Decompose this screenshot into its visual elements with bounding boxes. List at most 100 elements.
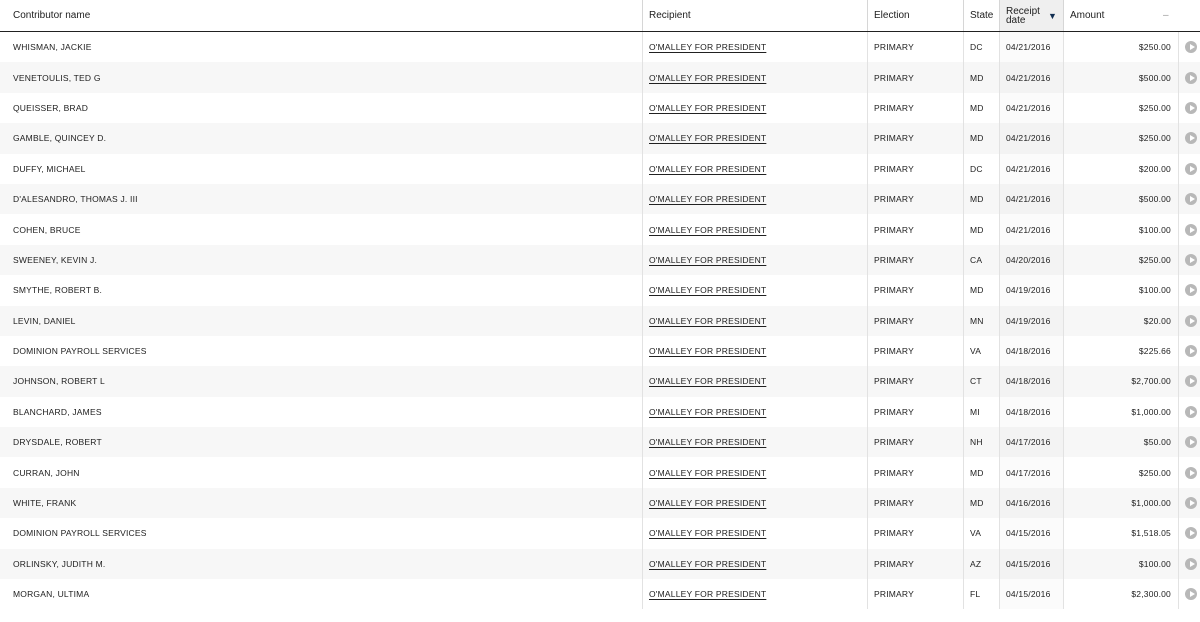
contributor-name-cell: WHITE, FRANK: [7, 488, 642, 518]
contributor-name-cell: QUEISSER, BRAD: [7, 93, 642, 123]
amount-cell: $1,000.00: [1131, 498, 1171, 509]
recipient-link[interactable]: O'MALLEY FOR PRESIDENT: [649, 559, 766, 569]
contributor-name-cell: DUFFY, MICHAEL: [7, 154, 642, 184]
play-circle-icon[interactable]: [1185, 284, 1197, 297]
state-cell: MD: [963, 457, 999, 488]
contributor-name-cell: SWEENEY, KEVIN J.: [13, 254, 98, 265]
play-circle-icon[interactable]: [1185, 101, 1197, 114]
row-action-cell: [1178, 366, 1179, 397]
recipient-link[interactable]: O'MALLEY FOR PRESIDENT: [649, 103, 766, 113]
election-cell: PRIMARY: [874, 254, 914, 265]
play-circle-icon[interactable]: [1185, 527, 1197, 540]
recipient-link[interactable]: O'MALLEY FOR PRESIDENT: [649, 346, 766, 356]
header-election[interactable]: Election: [867, 0, 963, 31]
amount-cell: $500.00: [1138, 194, 1171, 205]
receipt-date-cell: 04/20/2016: [1006, 254, 1051, 265]
amount-cell: $50.00: [1063, 427, 1179, 458]
receipt-date-cell: 04/21/2016: [1006, 194, 1051, 205]
recipient-link[interactable]: O'MALLEY FOR PRESIDENT: [649, 255, 766, 265]
table-row: BLANCHARD, JAMES O'MALLEY FOR PRESIDENT PR…: [0, 396, 1200, 428]
play-circle-icon[interactable]: [1185, 193, 1197, 206]
recipient-link[interactable]: O'MALLEY FOR PRESIDENT: [649, 407, 766, 417]
state-cell: MD: [970, 102, 984, 113]
state-cell: MD: [963, 92, 999, 124]
election-cell: PRIMARY: [867, 579, 963, 610]
play-circle-icon[interactable]: [1185, 223, 1197, 236]
recipient-link[interactable]: O'MALLEY FOR PRESIDENT: [649, 589, 766, 599]
play-circle-icon[interactable]: [1185, 557, 1197, 570]
receipt-date-cell: 04/19/2016: [1006, 315, 1051, 326]
state-cell: NH: [970, 437, 983, 448]
receipt-date-cell: 04/21/2016: [1006, 42, 1051, 53]
receipt-date-cell: 04/19/2016: [1006, 285, 1051, 296]
amount-cell: $500.00: [1063, 62, 1179, 93]
state-cell: MD: [970, 285, 984, 296]
election-cell: PRIMARY: [874, 406, 914, 417]
amount-cell: $250.00: [1063, 92, 1179, 124]
receipt-date-cell: 04/16/2016: [999, 487, 1063, 519]
receipt-date-cell: 04/15/2016: [1006, 589, 1051, 600]
receipt-date-cell: 04/21/2016: [1006, 224, 1051, 235]
play-circle-icon[interactable]: [1185, 253, 1197, 266]
election-cell: PRIMARY: [867, 62, 963, 93]
play-circle-icon[interactable]: [1185, 314, 1197, 327]
recipient-cell: O'MALLEY FOR PRESIDENT: [642, 214, 867, 245]
state-cell: CA: [970, 254, 983, 265]
header-receipt-date[interactable]: Receipt date ▼: [999, 0, 1063, 31]
receipt-date-cell: 04/15/2016: [999, 518, 1063, 549]
play-circle-icon[interactable]: [1185, 71, 1197, 84]
row-action-cell: [1178, 457, 1179, 488]
play-circle-icon[interactable]: [1185, 497, 1197, 510]
play-circle-icon[interactable]: [1185, 375, 1197, 388]
recipient-link[interactable]: O'MALLEY FOR PRESIDENT: [649, 225, 766, 235]
recipient-link[interactable]: O'MALLEY FOR PRESIDENT: [649, 133, 766, 143]
contributor-name-cell: DRYSDALE, ROBERT: [7, 427, 642, 457]
election-cell: PRIMARY: [874, 437, 914, 448]
state-cell: DC: [970, 163, 983, 174]
election-cell: PRIMARY: [874, 194, 914, 205]
contributor-name-cell: WHISMAN, JACKIE: [13, 42, 92, 53]
header-contributor-label: Contributor name: [13, 10, 91, 21]
recipient-link[interactable]: O'MALLEY FOR PRESIDENT: [649, 42, 766, 52]
row-action-cell: [1178, 32, 1179, 63]
election-cell: PRIMARY: [867, 123, 963, 154]
header-amount[interactable]: Amount: [1063, 0, 1200, 31]
play-circle-icon[interactable]: [1185, 405, 1197, 418]
recipient-link[interactable]: O'MALLEY FOR PRESIDENT: [649, 73, 766, 83]
election-cell: PRIMARY: [867, 305, 963, 336]
contributor-name-cell: COHEN, BRUCE: [13, 224, 81, 235]
play-circle-icon[interactable]: [1185, 588, 1197, 601]
recipient-link[interactable]: O'MALLEY FOR PRESIDENT: [649, 376, 766, 386]
recipient-link[interactable]: O'MALLEY FOR PRESIDENT: [649, 164, 766, 174]
header-contributor-name[interactable]: Contributor name: [7, 0, 642, 31]
row-action-cell: [1178, 153, 1179, 184]
receipt-date-cell: 04/18/2016: [999, 335, 1063, 367]
play-circle-icon[interactable]: [1185, 132, 1197, 145]
state-cell: VA: [963, 518, 999, 549]
state-cell: DC: [970, 42, 983, 53]
header-recipient[interactable]: Recipient: [642, 0, 867, 31]
recipient-link[interactable]: O'MALLEY FOR PRESIDENT: [649, 194, 766, 204]
header-state[interactable]: State: [963, 0, 999, 31]
recipient-link[interactable]: O'MALLEY FOR PRESIDENT: [649, 285, 766, 295]
play-circle-icon[interactable]: [1185, 162, 1197, 175]
play-circle-icon[interactable]: [1185, 345, 1197, 358]
state-cell: MI: [970, 406, 980, 417]
recipient-link[interactable]: O'MALLEY FOR PRESIDENT: [649, 468, 766, 478]
play-circle-icon[interactable]: [1185, 41, 1197, 54]
recipient-link[interactable]: O'MALLEY FOR PRESIDENT: [649, 498, 766, 508]
recipient-cell: O'MALLEY FOR PRESIDENT: [642, 335, 867, 367]
amount-cell: $1,518.05: [1063, 518, 1179, 549]
play-circle-icon[interactable]: [1185, 466, 1197, 479]
collapse-dash-icon[interactable]: –: [1163, 0, 1169, 31]
recipient-cell: O'MALLEY FOR PRESIDENT: [642, 183, 867, 215]
election-cell: PRIMARY: [874, 498, 914, 509]
play-circle-icon[interactable]: [1185, 436, 1197, 449]
recipient-link[interactable]: O'MALLEY FOR PRESIDENT: [649, 437, 766, 447]
recipient-link[interactable]: O'MALLEY FOR PRESIDENT: [649, 316, 766, 326]
header-recipient-label: Recipient: [649, 10, 691, 21]
contributor-name-cell: LEVIN, DANIEL: [7, 306, 642, 336]
recipient-link[interactable]: O'MALLEY FOR PRESIDENT: [649, 528, 766, 538]
receipt-date-cell: 04/15/2016: [999, 548, 1063, 580]
receipt-date-cell: 04/18/2016: [999, 366, 1063, 397]
